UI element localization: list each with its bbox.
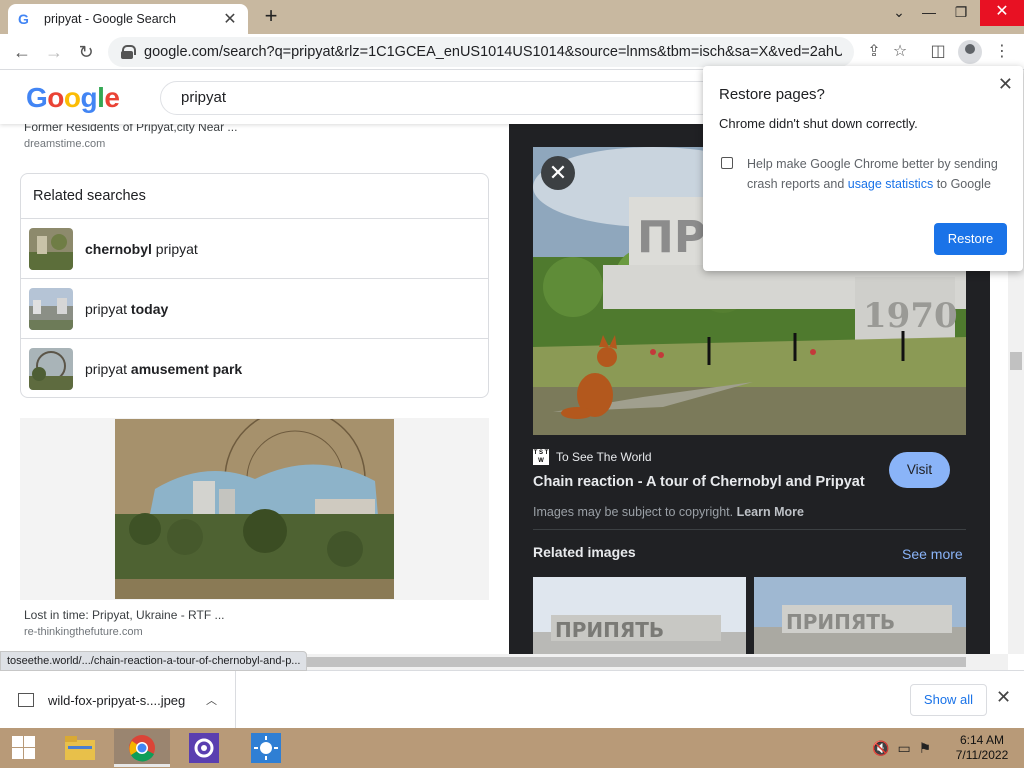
- google-logo[interactable]: Google: [26, 82, 120, 114]
- settings-gear-icon[interactable]: [176, 729, 232, 767]
- bookmark-star-icon[interactable]: ☆: [888, 40, 912, 64]
- dialog-title: Restore pages?: [719, 86, 825, 103]
- volume-muted-icon[interactable]: 🔇: [872, 740, 889, 757]
- back-arrow-icon[interactable]: ←: [8, 38, 36, 66]
- clock[interactable]: 6:14 AM 7/11/2022: [952, 733, 1012, 763]
- related-search-text: pripyat today: [85, 300, 169, 317]
- logo-letter: e: [104, 82, 120, 113]
- site-name: To See The World: [556, 450, 652, 464]
- logo-letter: g: [80, 82, 98, 113]
- tab-close-icon[interactable]: ✕: [222, 9, 238, 29]
- sign-year: 1970: [863, 296, 958, 336]
- system-tray: 🔇 ▭ ⚑: [872, 740, 931, 757]
- minimize-button[interactable]: —: [914, 0, 944, 26]
- windows-taskbar: 🔇 ▭ ⚑ 6:14 AM 7/11/2022: [0, 728, 1024, 768]
- logo-letter: G: [26, 82, 48, 113]
- learn-more-link[interactable]: Learn More: [737, 505, 804, 519]
- new-tab-button[interactable]: +: [258, 4, 284, 30]
- download-bar: wild-fox-pripyat-s....jpeg ︿ Show all ✕: [0, 670, 1024, 729]
- image-file-icon: [18, 693, 34, 707]
- related-image[interactable]: ПРИПЯТЬ: [754, 577, 966, 654]
- related-search-item[interactable]: chernobyl pripyat: [21, 219, 488, 279]
- related-searches-title: Related searches: [21, 174, 488, 219]
- dialog-message: Chrome didn't shut down correctly.: [719, 116, 918, 131]
- image-result[interactable]: [20, 418, 489, 600]
- close-preview-button[interactable]: ✕: [541, 156, 575, 190]
- image-title[interactable]: Chain reaction - A tour of Chernobyl and…: [533, 474, 865, 490]
- start-button[interactable]: [0, 728, 48, 768]
- result-caption[interactable]: Lost in time: Pripyat, Ukraine - RTF ...: [24, 608, 225, 622]
- related-thumbnail: [29, 348, 73, 390]
- related-sign-letters: ПРИПЯТЬ: [555, 618, 664, 642]
- crash-report-label: Help make Google Chrome better by sendin…: [747, 157, 998, 191]
- search-input[interactable]: pripyat: [160, 81, 740, 115]
- browser-tab[interactable]: G pripyat - Google Search ✕: [8, 4, 248, 34]
- result-source: re-thinkingthefuture.com: [24, 626, 143, 638]
- notification-icon[interactable]: ⚑: [919, 740, 932, 757]
- restore-button[interactable]: Restore: [934, 223, 1007, 255]
- sun-app-icon[interactable]: [238, 729, 294, 767]
- related-images-title: Related images: [533, 544, 636, 560]
- reload-icon[interactable]: ↻: [72, 38, 100, 66]
- result-source: dreamstime.com: [24, 138, 106, 150]
- site-logo-icon: T S T W: [533, 449, 549, 465]
- download-file-name: wild-fox-pripyat-s....jpeg: [48, 692, 186, 708]
- copyright-notice: Images may be subject to copyright. Lear…: [533, 505, 804, 519]
- window-close-button[interactable]: ✕: [980, 0, 1024, 26]
- address-url[interactable]: google.com/search?q=pripyat&rlz=1C1GCEA_…: [144, 44, 842, 60]
- related-thumbnail: [29, 227, 73, 270]
- source-site[interactable]: T S T W To See The World: [533, 449, 652, 465]
- windows-logo-icon: [12, 736, 23, 747]
- related-thumbnail: [29, 287, 73, 330]
- google-favicon-icon: G: [18, 11, 29, 27]
- pripyat-ruins-image[interactable]: [115, 419, 394, 599]
- address-bar[interactable]: google.com/search?q=pripyat&rlz=1C1GCEA_…: [108, 37, 854, 67]
- restore-window-button[interactable]: ❐: [946, 0, 976, 26]
- crash-report-checkbox[interactable]: [721, 157, 733, 169]
- profile-avatar-icon[interactable]: [958, 40, 982, 64]
- file-explorer-icon[interactable]: [52, 729, 108, 767]
- see-more-link[interactable]: See more: [902, 546, 963, 562]
- browser-toolbar: ← → ↻ google.com/search?q=pripyat&rlz=1C…: [0, 34, 1024, 70]
- related-image[interactable]: ПРИПЯТЬ: [533, 577, 746, 654]
- logo-letter: o: [63, 82, 81, 113]
- side-panel-icon[interactable]: ◫: [926, 40, 950, 64]
- status-bar-url: toseethe.world/.../chain-reaction-a-tour…: [0, 651, 308, 671]
- divider: [533, 529, 966, 530]
- clock-date: 7/11/2022: [955, 748, 1009, 762]
- tab-search-chevron-icon[interactable]: ⌄: [884, 0, 914, 26]
- share-icon[interactable]: ⇪: [862, 40, 886, 64]
- tab-title: pripyat - Google Search: [44, 12, 177, 26]
- download-bar-close-icon[interactable]: ✕: [996, 687, 1011, 708]
- logo-letter: o: [47, 82, 64, 113]
- restore-pages-dialog: Restore pages? Chrome didn't shut down c…: [703, 66, 1023, 271]
- vertical-scroll-thumb[interactable]: [1010, 352, 1022, 370]
- lock-icon: [120, 45, 136, 59]
- chrome-taskbar-icon[interactable]: [114, 729, 170, 767]
- network-icon[interactable]: ▭: [897, 740, 910, 757]
- related-search-item[interactable]: pripyat amusement park: [21, 339, 488, 399]
- usage-statistics-link[interactable]: usage statistics: [848, 177, 933, 191]
- menu-kebab-icon[interactable]: ⋮: [990, 40, 1014, 64]
- related-searches-panel: Related searches chernobyl pripyat pripy…: [20, 173, 489, 398]
- download-item[interactable]: wild-fox-pripyat-s....jpeg ︿: [0, 671, 236, 729]
- visit-button[interactable]: Visit: [889, 452, 950, 488]
- dialog-close-icon[interactable]: ✕: [998, 74, 1013, 95]
- forward-arrow-icon[interactable]: →: [40, 38, 68, 66]
- related-search-item[interactable]: pripyat today: [21, 279, 488, 339]
- related-search-text: pripyat amusement park: [85, 361, 243, 377]
- clock-time: 6:14 AM: [959, 733, 1005, 747]
- related-search-text: chernobyl pripyat: [85, 240, 198, 257]
- chevron-up-icon[interactable]: ︿: [206, 692, 217, 708]
- show-all-button[interactable]: Show all: [910, 684, 987, 716]
- tab-strip: G pripyat - Google Search ✕ + ⌄ — ❐ ✕: [0, 0, 1024, 34]
- related-sign-letters: ПРИПЯТЬ: [786, 610, 895, 634]
